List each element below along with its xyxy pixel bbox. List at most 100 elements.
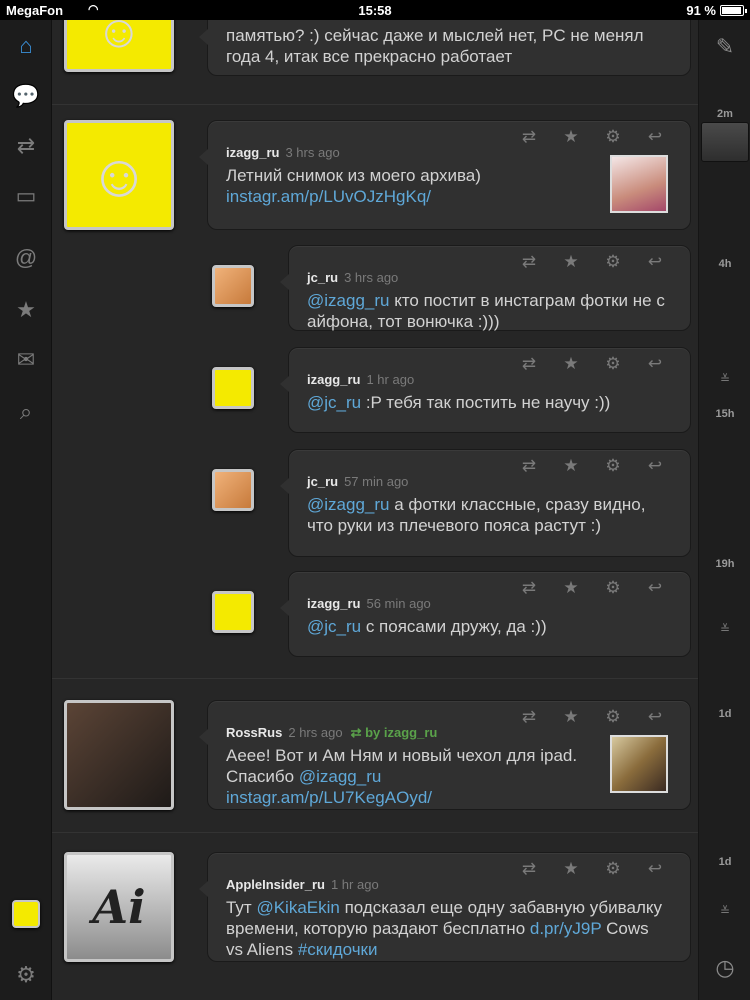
gear-icon[interactable]: ⚙ (592, 707, 634, 727)
retweet-icon[interactable]: ⇄ (508, 859, 550, 879)
avatar[interactable]: ☺ (64, 20, 174, 72)
reply-icon[interactable]: ↩ (634, 707, 676, 727)
tweet-link[interactable]: d.pr/yJ9P (530, 919, 602, 938)
ai-logo-icon: Ai (92, 880, 146, 934)
tweet-text: Летний снимок из моего архива) instagr.am… (226, 166, 481, 206)
home-icon[interactable]: ⌂ (0, 26, 52, 66)
reply-icon[interactable]: ↩ (634, 578, 676, 598)
gear-icon[interactable]: ⚙ (592, 456, 634, 476)
star-icon[interactable]: ★ (550, 859, 592, 879)
battery-percent: 91 % (686, 3, 716, 18)
tweet-username[interactable]: AppleInsider_ru (226, 877, 325, 892)
scroll-handle[interactable] (701, 122, 749, 162)
tweet-hashtag[interactable]: #скидочки (298, 940, 378, 959)
time-tick: 1d (718, 708, 732, 720)
photos-icon[interactable]: ▭ (0, 176, 52, 216)
star-icon[interactable]: ★ (550, 578, 592, 598)
retweet-small-icon: ⇄ (350, 725, 366, 740)
avatar-cartoon-icon: ☺ (88, 141, 150, 209)
tweet-actions: ⇄ ★ ⚙ ↩ (508, 252, 676, 272)
retweet-icon[interactable]: ⇄ (508, 578, 550, 598)
tweet-mention[interactable]: @jc_ru (307, 617, 361, 636)
tweet-bubble[interactable]: ⇄ ★ ⚙ ↩ izagg_ru 56 min ago @jc_ru с поясами… (280, 571, 691, 657)
reply-icon[interactable]: ↩ (634, 252, 676, 272)
reply-icon[interactable]: ↩ (634, 456, 676, 476)
tweet-bubble[interactable]: ⇄ ★ ⚙ ↩ jc_ru 57 min ago @izagg_ru а фотки к… (280, 449, 691, 557)
avatar[interactable] (64, 700, 174, 810)
tweet-text: Тут @KikaEkin подсказал еще одну забавну… (226, 898, 663, 959)
avatar[interactable]: ☺ (64, 120, 174, 230)
retweet-icon[interactable]: ⇄ (508, 456, 550, 476)
tweet-text: @izagg_ru кто постит в инстаграм фотки н… (307, 291, 665, 331)
tweet-mention[interactable]: @izagg_ru (307, 495, 389, 514)
tweet-time: 56 min ago (366, 596, 431, 611)
tweet-bubble[interactable]: ⇄ ★ ⚙ ↩ jc_ru 3 hrs ago @izagg_ru кто постит… (280, 245, 691, 331)
tweet-mention[interactable]: @izagg_ru (299, 767, 381, 786)
tweet-link[interactable]: instagr.am/p/LUvOJzHgKq/ (226, 187, 431, 206)
compose-icon[interactable]: ✎ (699, 34, 750, 60)
tweet-mention[interactable]: @KikaEkin (256, 898, 339, 917)
reply-icon[interactable]: ↩ (634, 127, 676, 147)
avatar[interactable] (212, 469, 254, 511)
tweet-bubble[interactable]: ⇄ ★ ⚙ ↩ AppleInsider_ru 1 hr ago Тут @KikaEk… (199, 852, 691, 962)
star-icon[interactable]: ★ (550, 127, 592, 147)
tweet-mention[interactable]: @jc_ru (307, 393, 361, 412)
tweet-username[interactable]: RossRus (226, 725, 282, 740)
gear-icon[interactable]: ⚙ (592, 127, 634, 147)
avatar[interactable] (212, 591, 254, 633)
gear-icon[interactable]: ⚙ (592, 578, 634, 598)
tweet-username[interactable]: jc_ru (307, 474, 338, 489)
star-icon[interactable]: ★ (550, 456, 592, 476)
account-avatar[interactable] (12, 900, 40, 928)
tweet-bubble[interactable]: памятью? :) сейчас даже и мыслей нет, PC… (199, 20, 691, 76)
star-icon[interactable]: ★ (550, 252, 592, 272)
tweet-bubble[interactable]: ⇄ ★ ⚙ ↩ izagg_ru 3 hrs ago Летний снимок из … (199, 120, 691, 230)
gear-icon[interactable]: ⚙ (592, 354, 634, 374)
battery-icon (720, 5, 747, 16)
tweet-username[interactable]: izagg_ru (307, 596, 360, 611)
favorites-icon[interactable]: ★ (0, 290, 52, 330)
gear-icon[interactable]: ⚙ (592, 252, 634, 272)
retweet-icon[interactable]: ⇄ (508, 707, 550, 727)
tweet-bubble[interactable]: ⇄ ★ ⚙ ↩ RossRus 2 hrs ago ⇄ by izagg_ru Аеее!… (199, 700, 691, 810)
messages-icon[interactable]: 💬 (0, 76, 52, 116)
reply-icon[interactable]: ↩ (634, 859, 676, 879)
mail-icon[interactable]: ✉ (0, 340, 52, 380)
avatar[interactable]: Ai (64, 852, 174, 962)
time-tick: 1d (718, 856, 732, 868)
time-rail[interactable]: ✎ 2m 4h ≚ 15h 19h ≚ 1d 1d ≚ ◷ (698, 20, 750, 1000)
star-icon[interactable]: ★ (550, 354, 592, 374)
gear-icon[interactable]: ⚙ (592, 859, 634, 879)
avatar[interactable] (212, 367, 254, 409)
chevron-icon: ≚ (719, 904, 731, 918)
photo-thumbnail[interactable] (610, 735, 668, 793)
reply-icon[interactable]: ↩ (634, 354, 676, 374)
retweet-icon[interactable]: ⇄ (508, 354, 550, 374)
tweet-username[interactable]: jc_ru (307, 270, 338, 285)
mentions-icon[interactable]: @ (0, 238, 52, 278)
tweet-text: Аеее! Вот и Ам Ням и новый чехол для ipa… (226, 746, 578, 807)
tweet-time: 57 min ago (344, 474, 409, 489)
time-tick: 4h (718, 258, 732, 270)
photo-thumbnail[interactable] (610, 155, 668, 213)
tweet-username[interactable]: izagg_ru (307, 372, 360, 387)
star-icon[interactable]: ★ (550, 707, 592, 727)
tweet-time: 3 hrs ago (285, 145, 340, 160)
tweet-mention[interactable]: @izagg_ru (307, 291, 389, 310)
time-tick: 2m (717, 108, 733, 120)
retweet-icon[interactable]: ⇄ (508, 252, 550, 272)
chevron-icon: ≚ (719, 372, 731, 386)
avatar[interactable] (212, 265, 254, 307)
search-icon[interactable]: ⌕ (0, 392, 52, 432)
tweet-username[interactable]: izagg_ru (226, 145, 279, 160)
tweet-time: 2 hrs ago (288, 725, 343, 740)
tweet-link[interactable]: instagr.am/p/LU7KegAOyd/ (226, 788, 432, 807)
tweet-text: @izagg_ru а фотки классные, сразу видно,… (307, 495, 646, 535)
gear-icon[interactable]: ⚙ (0, 955, 52, 995)
clock-icon[interactable]: ◷ (699, 955, 750, 981)
status-clock: 15:58 (358, 3, 392, 18)
tweet-bubble[interactable]: ⇄ ★ ⚙ ↩ izagg_ru 1 hr ago @jc_ru :P тебя так… (280, 347, 691, 433)
retweeted-by[interactable]: ⇄ by izagg_ru (351, 725, 438, 740)
retweets-icon[interactable]: ⇄ (0, 126, 52, 166)
retweet-icon[interactable]: ⇄ (508, 127, 550, 147)
